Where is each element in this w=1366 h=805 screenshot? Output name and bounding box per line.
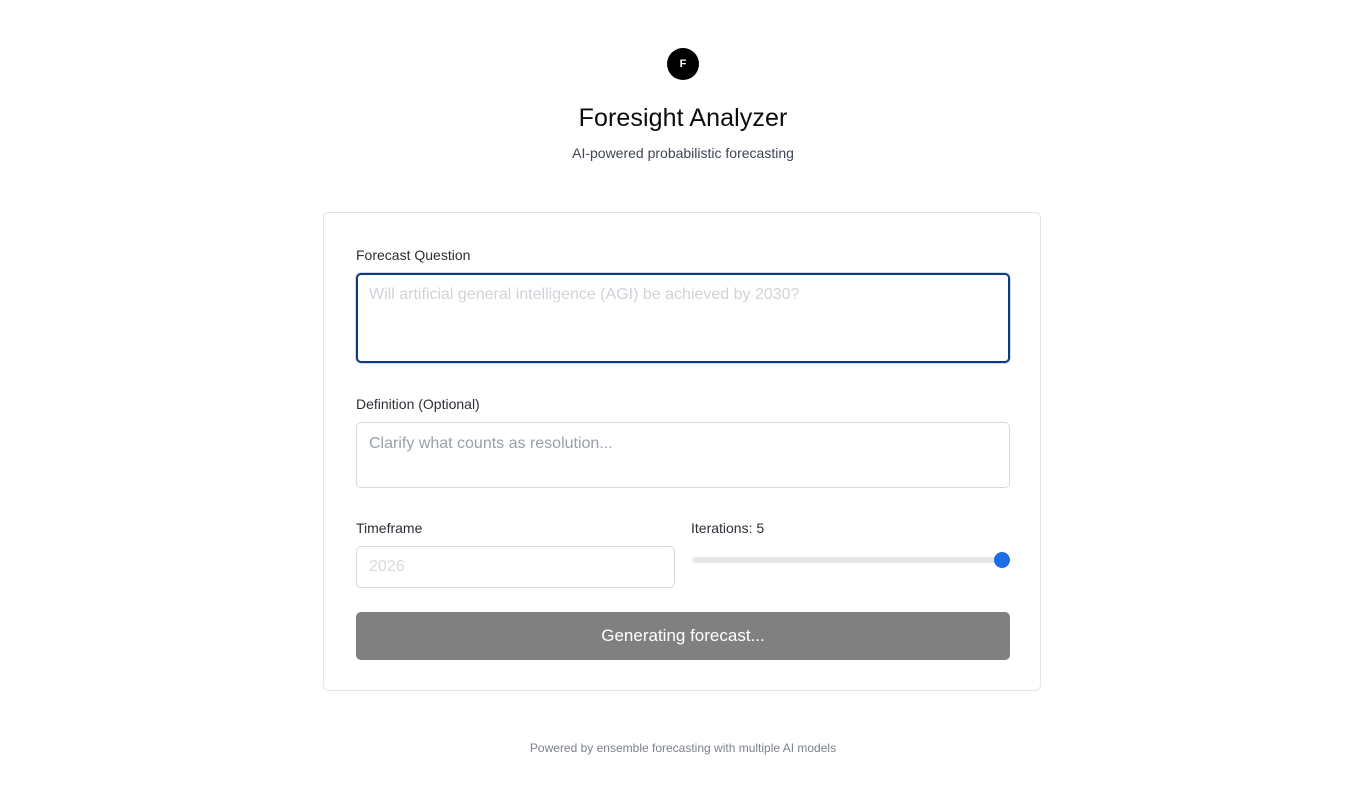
timeframe-input[interactable] — [356, 546, 675, 588]
logo-letter: F — [679, 58, 687, 70]
iterations-slider-thumb[interactable] — [994, 552, 1010, 568]
iterations-label: Iterations: 5 — [691, 520, 765, 536]
page: F Foresight Analyzer AI-powered probabil… — [0, 0, 1366, 805]
timeframe-label: Timeframe — [356, 520, 423, 536]
definition-label: Definition (Optional) — [356, 396, 480, 412]
question-label: Forecast Question — [356, 247, 471, 263]
generate-forecast-button[interactable]: Generating forecast... — [356, 612, 1010, 660]
forecast-form-card: Forecast Question Definition (Optional) … — [323, 212, 1041, 691]
footer-text: Powered by ensemble forecasting with mul… — [529, 741, 837, 755]
page-title: Foresight Analyzer — [578, 104, 788, 132]
iterations-slider[interactable] — [692, 552, 1010, 568]
app-logo: F — [667, 48, 699, 80]
definition-input[interactable] — [356, 422, 1010, 488]
forecast-question-input[interactable] — [356, 273, 1010, 363]
page-subtitle: AI-powered probabilistic forecasting — [572, 145, 794, 161]
